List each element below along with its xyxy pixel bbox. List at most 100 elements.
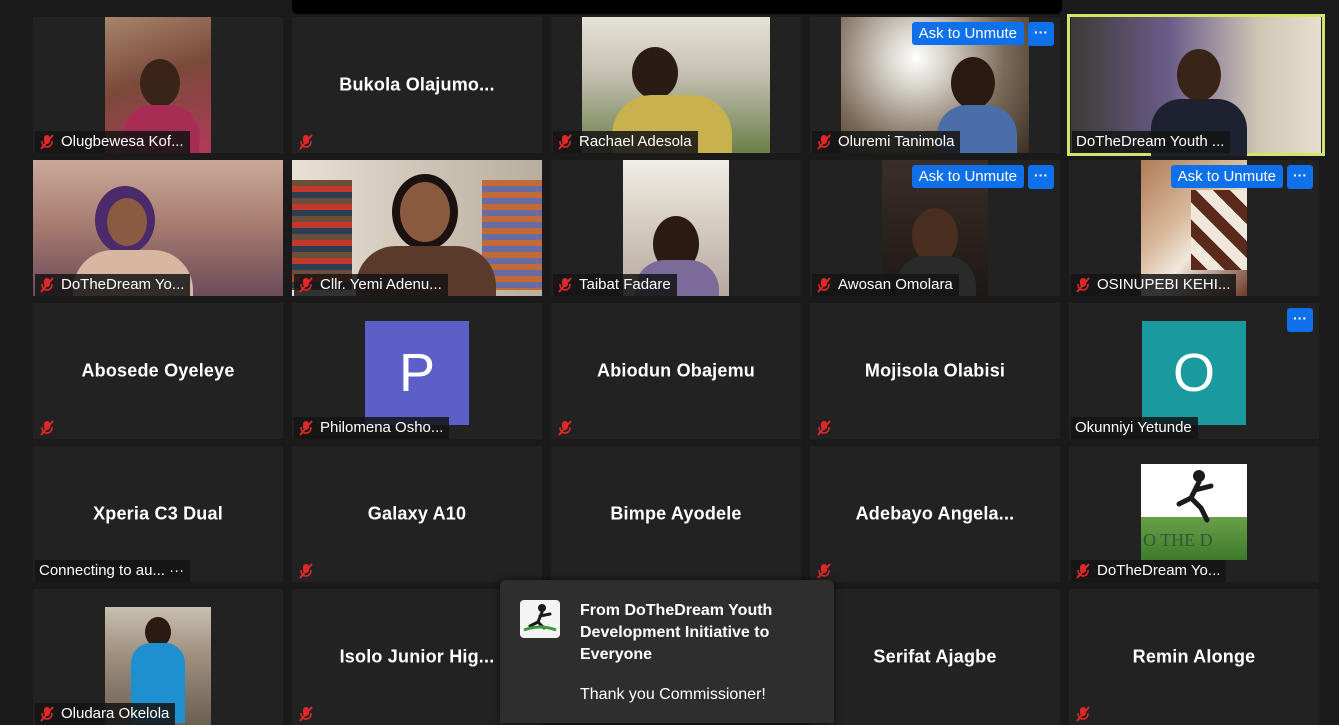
- muted-mic-icon: [816, 563, 832, 579]
- participant-display-name: Bukola Olajumo...: [339, 74, 495, 95]
- more-options-button[interactable]: ···: [1028, 22, 1054, 46]
- participant-tile[interactable]: Xperia C3 Dual Connecting to au... ···: [33, 446, 283, 582]
- participant-tile[interactable]: Mojisola Olabisi: [810, 303, 1060, 439]
- svg-text:O THE D: O THE D: [1143, 530, 1213, 550]
- participant-name-label: [35, 417, 61, 439]
- participant-tile[interactable]: Rachael Adesola: [551, 17, 801, 153]
- muted-mic-icon: [1075, 277, 1091, 293]
- participant-name-label: Okunniyi Yetunde: [1071, 417, 1198, 439]
- participant-name-label: DoTheDream Youth ...: [1072, 131, 1231, 153]
- muted-mic-icon: [298, 420, 314, 436]
- more-options-button[interactable]: ···: [1287, 165, 1313, 189]
- participant-name-label: [294, 703, 320, 725]
- ask-to-unmute-button[interactable]: Ask to Unmute: [911, 22, 1024, 45]
- participant-tile[interactable]: Cllr. Yemi Adenu...: [292, 160, 542, 296]
- participant-tile[interactable]: Abiodun Obajemu: [551, 303, 801, 439]
- muted-mic-icon: [298, 277, 314, 293]
- more-options-button[interactable]: ···: [1028, 165, 1054, 189]
- organization-logo: O THE D: [1141, 464, 1247, 560]
- participant-name-label: Taibat Fadare: [553, 274, 677, 296]
- participant-name-label: Oludara Okelola: [35, 703, 176, 725]
- participant-name-label: Olugbewesa Kof...: [35, 131, 190, 153]
- participant-name: Okunniyi Yetunde: [1075, 419, 1192, 436]
- participant-tile[interactable]: DoTheDream Yo...: [33, 160, 283, 296]
- participant-tile[interactable]: Taibat Fadare: [551, 160, 801, 296]
- participant-name: DoTheDream Yo...: [1097, 562, 1221, 579]
- participant-tile[interactable]: Bukola Olajumo...: [292, 17, 542, 153]
- participant-name-label: OSINUPEBI KEHI...: [1071, 274, 1237, 296]
- connecting-status: Connecting to au... ···: [39, 562, 185, 579]
- muted-mic-icon: [39, 134, 55, 150]
- chat-notification[interactable]: From DoTheDream Youth Development Initia…: [500, 580, 834, 723]
- participant-tile[interactable]: Olugbewesa Kof...: [33, 17, 283, 153]
- participant-name-label: Awosan Omolara: [812, 274, 959, 296]
- video-grid: Olugbewesa Kof... Bukola Olajumo... Rach…: [0, 0, 1339, 725]
- participant-display-name: Abosede Oyeleye: [81, 360, 235, 381]
- participant-name: DoTheDream Youth ...: [1076, 133, 1225, 150]
- muted-mic-icon: [39, 706, 55, 722]
- connecting-status-label: Connecting to au... ···: [35, 560, 191, 582]
- participant-tile[interactable]: Oludara Okelola: [33, 589, 283, 725]
- participant-name-label: [553, 417, 579, 439]
- muted-mic-icon: [816, 420, 832, 436]
- muted-mic-icon: [39, 420, 55, 436]
- participant-name: Oluremi Tanimola: [838, 133, 955, 150]
- chat-message: Thank you Commissioner!: [580, 686, 766, 703]
- participant-name-label: [812, 560, 838, 582]
- participant-tile[interactable]: Abosede Oyeleye: [33, 303, 283, 439]
- muted-mic-icon: [557, 134, 573, 150]
- participant-tile[interactable]: Ask to Unmute ··· Awosan Omolara: [810, 160, 1060, 296]
- participant-name: Taibat Fadare: [579, 276, 671, 293]
- participant-display-name: Galaxy A10: [367, 503, 467, 524]
- muted-mic-icon: [816, 134, 832, 150]
- muted-mic-icon: [816, 277, 832, 293]
- participant-display-name: Remin Alonge: [1132, 646, 1256, 667]
- participant-name: Olugbewesa Kof...: [61, 133, 184, 150]
- participant-name: DoTheDream Yo...: [61, 276, 185, 293]
- participant-display-name: Serifat Ajagbe: [873, 646, 997, 667]
- participant-tile[interactable]: Adebayo Angela...: [810, 446, 1060, 582]
- participant-name: Awosan Omolara: [838, 276, 953, 293]
- participant-tile[interactable]: P Philomena Osho...: [292, 303, 542, 439]
- muted-mic-icon: [557, 420, 573, 436]
- participant-display-name: Mojisola Olabisi: [864, 360, 1006, 381]
- participant-name: Philomena Osho...: [320, 419, 444, 436]
- ask-to-unmute-button[interactable]: Ask to Unmute: [1170, 165, 1283, 188]
- participant-name-label: Rachael Adesola: [553, 131, 698, 153]
- participant-display-name: Adebayo Angela...: [855, 503, 1015, 524]
- participant-name-label: DoTheDream Yo...: [35, 274, 191, 296]
- participant-name-label: Oluremi Tanimola: [812, 131, 961, 153]
- muted-mic-icon: [1075, 706, 1091, 722]
- participant-tile[interactable]: Galaxy A10: [292, 446, 542, 582]
- participant-tile[interactable]: O THE D DoTheDream Yo...: [1069, 446, 1319, 582]
- participant-tile[interactable]: Serifat Ajagbe: [810, 589, 1060, 725]
- participant-name-label: DoTheDream Yo...: [1071, 560, 1227, 582]
- participant-name-label: Cllr. Yemi Adenu...: [294, 274, 448, 296]
- participant-tile[interactable]: Bimpe Ayodele: [551, 446, 801, 582]
- participant-tile-active-speaker[interactable]: DoTheDream Youth ...: [1067, 14, 1325, 156]
- ask-to-unmute-button[interactable]: Ask to Unmute: [911, 165, 1024, 188]
- participant-display-name: Xperia C3 Dual: [93, 503, 223, 524]
- participant-name-label: [294, 131, 320, 153]
- participant-tile[interactable]: Remin Alonge: [1069, 589, 1319, 725]
- participant-name-label: [812, 417, 838, 439]
- muted-mic-icon: [298, 134, 314, 150]
- participant-name-label: Philomena Osho...: [294, 417, 450, 439]
- avatar: P: [365, 321, 469, 425]
- muted-mic-icon: [557, 277, 573, 293]
- participant-name: Rachael Adesola: [579, 133, 692, 150]
- avatar: O: [1142, 321, 1246, 425]
- chat-sender: From DoTheDream Youth Development Initia…: [580, 602, 773, 663]
- participant-tile[interactable]: Ask to Unmute ··· OSINUPEBI KEHI...: [1069, 160, 1319, 296]
- participant-name-label: [1071, 703, 1097, 725]
- participant-tile[interactable]: O ··· Okunniyi Yetunde: [1069, 303, 1319, 439]
- organization-logo-icon: [520, 600, 560, 638]
- muted-mic-icon: [39, 277, 55, 293]
- participant-tile[interactable]: Ask to Unmute ··· Oluremi Tanimola: [810, 17, 1060, 153]
- participant-name-label: [294, 560, 320, 582]
- participant-display-name: Bimpe Ayodele: [610, 503, 742, 524]
- muted-mic-icon: [298, 563, 314, 579]
- muted-mic-icon: [298, 706, 314, 722]
- more-options-button[interactable]: ···: [1287, 308, 1313, 332]
- participant-display-name: Abiodun Obajemu: [597, 360, 755, 381]
